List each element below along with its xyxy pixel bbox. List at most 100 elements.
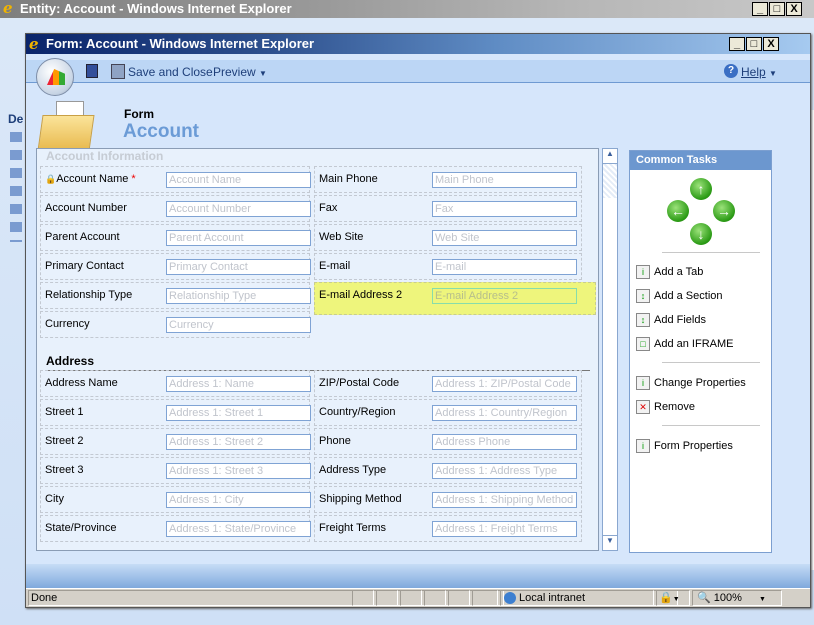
- field-fax[interactable]: Fax Fax: [314, 195, 582, 222]
- task-add-an-iframe[interactable]: □ Add an IFRAME: [636, 337, 733, 351]
- outer-window-title-bar: e Entity: Account - Windows Internet Exp…: [0, 0, 814, 18]
- globe-icon: [504, 592, 516, 604]
- outer-maximize-button[interactable]: □: [769, 2, 785, 16]
- field-phone[interactable]: Phone Address Phone: [314, 428, 582, 455]
- field-input[interactable]: Address 1: City: [166, 492, 311, 508]
- field-country-region[interactable]: Country/Region Address 1: Country/Region: [314, 399, 582, 426]
- save-icon[interactable]: [86, 64, 98, 78]
- field-address-name[interactable]: Address Name Address 1: Name: [40, 370, 311, 397]
- field-input[interactable]: Primary Contact: [166, 259, 311, 275]
- form-canvas: Account Information 🔒Account Name * Accoun…: [36, 148, 599, 551]
- task-label: Remove: [654, 401, 695, 413]
- task-add-a-section[interactable]: ↕ Add a Section: [636, 289, 723, 303]
- field-input[interactable]: Relationship Type: [166, 288, 311, 304]
- zoom-level: 100%: [713, 592, 742, 604]
- field-street-2[interactable]: Street 2 Address 1: Street 2: [40, 428, 311, 455]
- field-parent-account[interactable]: Parent Account Parent Account: [40, 224, 311, 251]
- field-input[interactable]: Address 1: Street 3: [166, 463, 311, 479]
- maximize-button[interactable]: □: [746, 37, 762, 51]
- outer-close-button[interactable]: X: [786, 2, 802, 16]
- field-main-phone[interactable]: Main Phone Main Phone: [314, 166, 582, 193]
- header-label: Form: [124, 107, 154, 121]
- field-label: ZIP/Postal Code: [319, 377, 400, 389]
- field-zip-postal-code[interactable]: ZIP/Postal Code Address 1: ZIP/Postal Cod…: [314, 370, 582, 397]
- field-label: Phone: [319, 435, 351, 447]
- magnifier-icon: 🔍: [697, 592, 711, 604]
- task-form-properties[interactable]: i Form Properties: [636, 439, 733, 453]
- divider: [662, 425, 760, 426]
- field-input[interactable]: Address Phone: [432, 434, 577, 450]
- chevron-down-icon: ▼: [769, 69, 777, 78]
- field-input[interactable]: Web Site: [432, 230, 577, 246]
- lock-icon: 🔒: [659, 592, 673, 604]
- field-input[interactable]: Address 1: Country/Region: [432, 405, 577, 421]
- task-icon: i: [636, 376, 650, 390]
- field-input[interactable]: E-mail: [432, 259, 577, 275]
- field-e-mail[interactable]: E-mail E-mail: [314, 253, 582, 280]
- task-change-properties[interactable]: i Change Properties: [636, 376, 746, 390]
- scroll-down-icon[interactable]: ▼: [603, 535, 617, 550]
- move-up-arrow-icon[interactable]: ↑: [690, 178, 712, 200]
- field-currency[interactable]: Currency Currency: [40, 311, 311, 338]
- save-and-close-button[interactable]: Save and Close: [128, 65, 213, 79]
- field-input[interactable]: Address 1: State/Province: [166, 521, 311, 537]
- field-label: Shipping Method: [319, 493, 402, 505]
- field-account-name[interactable]: 🔒Account Name * Account Name: [40, 166, 311, 193]
- scroll-up-icon[interactable]: ▲: [603, 149, 617, 164]
- field-web-site[interactable]: Web Site Web Site: [314, 224, 582, 251]
- zone-label: Local intranet: [519, 592, 586, 604]
- move-right-arrow-icon[interactable]: →: [713, 200, 735, 222]
- field-input[interactable]: Account Number: [166, 201, 311, 217]
- move-down-arrow-icon[interactable]: ↓: [690, 223, 712, 245]
- field-e-mail-address-2[interactable]: E-mail Address 2 E-mail Address 2: [314, 282, 596, 315]
- field-input[interactable]: E-mail Address 2: [432, 288, 577, 304]
- field-account-number[interactable]: Account Number Account Number: [40, 195, 311, 222]
- field-city[interactable]: City Address 1: City: [40, 486, 311, 513]
- field-street-1[interactable]: Street 1 Address 1: Street 1: [40, 399, 311, 426]
- task-label: Form Properties: [654, 440, 733, 452]
- field-label: City: [45, 493, 64, 505]
- field-relationship-type[interactable]: Relationship Type Relationship Type: [40, 282, 311, 309]
- field-input[interactable]: Address 1: ZIP/Postal Code: [432, 376, 577, 392]
- field-label: Freight Terms: [319, 522, 387, 534]
- minimize-button[interactable]: _: [729, 37, 745, 51]
- preview-menu[interactable]: Preview ▼: [213, 65, 267, 79]
- field-input[interactable]: Address 1: Freight Terms: [432, 521, 577, 537]
- field-address-type[interactable]: Address Type Address 1: Address Type: [314, 457, 582, 484]
- field-shipping-method[interactable]: Shipping Method Address 1: Shipping Metho…: [314, 486, 582, 513]
- task-label: Add a Tab: [654, 266, 704, 278]
- help-label: Help: [741, 65, 766, 79]
- field-label: Currency: [45, 318, 90, 330]
- field-input[interactable]: Parent Account: [166, 230, 311, 246]
- field-input[interactable]: Address 1: Name: [166, 376, 311, 392]
- field-input[interactable]: Address 1: Address Type: [432, 463, 577, 479]
- task-icon: ✕: [636, 400, 650, 414]
- ie-icon: e: [29, 35, 39, 53]
- field-input[interactable]: Address 1: Street 1: [166, 405, 311, 421]
- field-state-province[interactable]: State/Province Address 1: State/Province: [40, 515, 311, 542]
- scroll-track[interactable]: [603, 164, 617, 198]
- protected-mode-button[interactable]: 🔒▼: [656, 590, 690, 606]
- field-input[interactable]: Account Name: [166, 172, 311, 188]
- move-left-arrow-icon[interactable]: ←: [667, 200, 689, 222]
- field-label: Fax: [319, 202, 338, 214]
- background-nav: De: [0, 112, 26, 272]
- task-add-fields[interactable]: ↕ Add Fields: [636, 313, 706, 327]
- form-scrollbar[interactable]: ▲ ▼: [602, 148, 618, 551]
- zoom-control[interactable]: 🔍 100% ▼: [692, 590, 782, 606]
- field-input[interactable]: Address 1: Shipping Method: [432, 492, 577, 508]
- required-asterisk: *: [128, 173, 136, 185]
- field-input[interactable]: Address 1: Street 2: [166, 434, 311, 450]
- crm-logo: [36, 58, 74, 96]
- help-menu[interactable]: Help ▼: [741, 65, 777, 79]
- task-add-a-tab[interactable]: i Add a Tab: [636, 265, 703, 279]
- outer-minimize-button[interactable]: _: [752, 2, 768, 16]
- field-input[interactable]: Main Phone: [432, 172, 577, 188]
- field-freight-terms[interactable]: Freight Terms Address 1: Freight Terms: [314, 515, 582, 542]
- field-street-3[interactable]: Street 3 Address 1: Street 3: [40, 457, 311, 484]
- field-primary-contact[interactable]: Primary Contact Primary Contact: [40, 253, 311, 280]
- close-button[interactable]: X: [763, 37, 779, 51]
- field-input[interactable]: Fax: [432, 201, 577, 217]
- task-remove[interactable]: ✕ Remove: [636, 400, 695, 414]
- field-input[interactable]: Currency: [166, 317, 311, 333]
